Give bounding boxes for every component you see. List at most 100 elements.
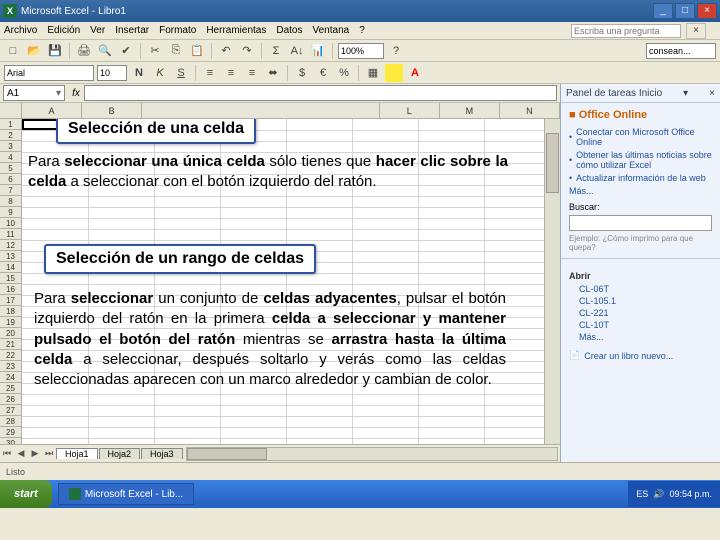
recent-file[interactable]: CL-221 (579, 308, 712, 318)
paste-icon[interactable]: 📋 (188, 42, 206, 60)
copy-icon[interactable]: ⎘ (167, 42, 185, 60)
menu-edit[interactable]: Edición (47, 25, 80, 36)
row-header[interactable]: 19 (0, 317, 21, 328)
row-header[interactable]: 27 (0, 405, 21, 416)
row-header[interactable]: 26 (0, 394, 21, 405)
font-size-select[interactable] (97, 65, 127, 81)
sheet-tab[interactable]: Hoja2 (99, 448, 141, 459)
row-header[interactable]: 15 (0, 273, 21, 284)
close-button[interactable]: × (697, 3, 717, 19)
font-family-select[interactable] (4, 65, 94, 81)
tab-first-icon[interactable]: ⏮ (0, 448, 14, 459)
row-header[interactable]: 6 (0, 174, 21, 185)
currency-icon[interactable]: $ (293, 64, 311, 82)
menu-tools[interactable]: Herramientas (206, 25, 266, 36)
row-header[interactable]: 30 (0, 438, 21, 444)
horizontal-scrollbar[interactable] (186, 447, 558, 461)
borders-icon[interactable]: ▦ (364, 64, 382, 82)
menu-view[interactable]: Ver (90, 25, 105, 36)
undo-icon[interactable]: ↶ (217, 42, 235, 60)
cut-icon[interactable]: ✂ (146, 42, 164, 60)
new-workbook-link[interactable]: 📄 Crear un libro nuevo... (569, 350, 712, 361)
percent-icon[interactable]: % (335, 64, 353, 82)
row-header[interactable]: 14 (0, 262, 21, 273)
maximize-button[interactable]: □ (675, 3, 695, 19)
row-header[interactable]: 11 (0, 229, 21, 240)
formula-input[interactable] (84, 85, 557, 101)
row-header[interactable]: 29 (0, 427, 21, 438)
row-header[interactable]: 17 (0, 295, 21, 306)
new-icon[interactable]: □ (4, 42, 22, 60)
align-left-icon[interactable]: ≡ (201, 64, 219, 82)
taskpane-link[interactable]: • Obtener las últimas noticias sobre cóm… (569, 150, 712, 170)
fillcolor-icon[interactable] (385, 64, 403, 82)
col-header[interactable]: N (500, 103, 560, 118)
col-header[interactable] (142, 103, 379, 118)
row-header[interactable]: 13 (0, 251, 21, 262)
fontcolor-icon[interactable]: A (406, 64, 424, 82)
help-search-input[interactable] (571, 24, 681, 38)
row-header[interactable]: 18 (0, 306, 21, 317)
conditional-box[interactable] (646, 43, 716, 59)
sheet-tab[interactable]: Hoja1 (56, 448, 98, 459)
row-header[interactable]: 25 (0, 383, 21, 394)
menu-file[interactable]: Archivo (4, 25, 37, 36)
align-center-icon[interactable]: ≡ (222, 64, 240, 82)
row-header[interactable]: 16 (0, 284, 21, 295)
tab-prev-icon[interactable]: ◀ (14, 448, 28, 459)
recent-more[interactable]: Más... (579, 332, 712, 342)
row-header[interactable]: 20 (0, 328, 21, 339)
row-header[interactable]: 22 (0, 350, 21, 361)
row-header[interactable]: 8 (0, 196, 21, 207)
tray-icon[interactable]: 🔊 (653, 489, 664, 500)
doc-close-button[interactable]: × (686, 23, 706, 39)
name-box[interactable]: A1▾ (3, 85, 65, 101)
sheet-tab[interactable]: Hoja3 (141, 448, 183, 459)
chart-icon[interactable]: 📊 (309, 42, 327, 60)
sum-icon[interactable]: Σ (267, 42, 285, 60)
row-header[interactable]: 4 (0, 152, 21, 163)
fx-icon[interactable]: fx (68, 88, 84, 99)
taskpane-dropdown-icon[interactable]: ▾ (683, 88, 688, 99)
lang-indicator[interactable]: ES (636, 489, 648, 499)
row-header[interactable]: 3 (0, 141, 21, 152)
system-tray[interactable]: ES 🔊 09:54 p.m. (628, 481, 720, 507)
row-header[interactable]: 7 (0, 185, 21, 196)
select-all-button[interactable] (0, 103, 22, 118)
save-icon[interactable]: 💾 (46, 42, 64, 60)
cell-grid[interactable]: Selección de una celda Para seleccionar … (22, 119, 544, 444)
preview-icon[interactable]: 🔍 (96, 42, 114, 60)
row-header[interactable]: 28 (0, 416, 21, 427)
row-header[interactable]: 21 (0, 339, 21, 350)
redo-icon[interactable]: ↷ (238, 42, 256, 60)
italic-icon[interactable]: K (151, 64, 169, 82)
taskpane-link[interactable]: • Actualizar información de la web (569, 173, 712, 183)
menu-insert[interactable]: Insertar (115, 25, 149, 36)
open-icon[interactable]: 📂 (25, 42, 43, 60)
bold-icon[interactable]: N (130, 64, 148, 82)
euro-icon[interactable]: € (314, 64, 332, 82)
recent-file[interactable]: CL-06T (579, 284, 712, 294)
tab-last-icon[interactable]: ⏭ (42, 448, 56, 459)
taskpane-link[interactable]: Más... (569, 186, 712, 196)
merge-icon[interactable]: ⬌ (264, 64, 282, 82)
menu-window[interactable]: Ventana (312, 25, 349, 36)
col-header[interactable]: M (440, 103, 500, 118)
menu-format[interactable]: Formato (159, 25, 196, 36)
zoom-select[interactable] (338, 43, 384, 59)
col-header[interactable]: L (380, 103, 440, 118)
recent-file[interactable]: CL-105.1 (579, 296, 712, 306)
recent-file[interactable]: CL-10T (579, 320, 712, 330)
row-header[interactable]: 2 (0, 130, 21, 141)
col-header[interactable]: A (22, 103, 82, 118)
row-header[interactable]: 24 (0, 372, 21, 383)
row-header[interactable]: 12 (0, 240, 21, 251)
help-icon[interactable]: ? (387, 42, 405, 60)
taskpane-close-icon[interactable]: × (709, 88, 715, 99)
row-header[interactable]: 5 (0, 163, 21, 174)
vertical-scrollbar[interactable] (544, 119, 560, 444)
taskpane-link[interactable]: • Conectar con Microsoft Office Online (569, 127, 712, 147)
menu-help[interactable]: ? (359, 25, 365, 36)
print-icon[interactable]: 🖨 (75, 42, 93, 60)
taskpane-search-input[interactable] (569, 215, 712, 231)
